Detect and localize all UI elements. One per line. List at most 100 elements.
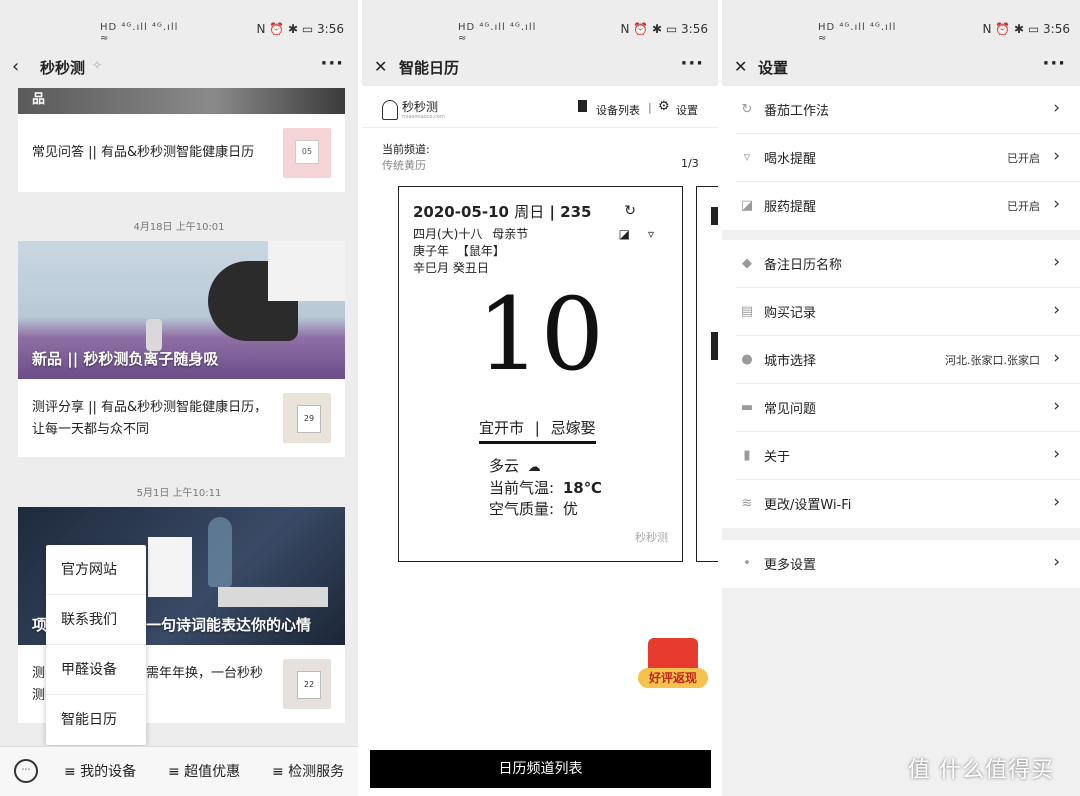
setting-label: 城市选择	[764, 354, 817, 369]
pill-icon: ◪	[618, 227, 630, 241]
settings-group-more: • 更多设置 ›	[722, 540, 1080, 588]
close-icon[interactable]: ✕	[734, 57, 747, 76]
chevron-right-icon: ›	[1053, 146, 1060, 166]
air-quality-line: 空气质量: 优	[489, 498, 578, 519]
nav-bar: ✕ 设置 ···	[722, 48, 1080, 86]
status-bar: HD ⁴ᴳ.ıll ⁴ᴳ.ıll ≈ N ⏰ ✱ ▭ 3:56	[362, 0, 718, 48]
tab-deals[interactable]: ≡ 超值优惠	[168, 761, 240, 781]
lunar-date: 四月(大)十八	[413, 227, 483, 241]
next-calendar-preview[interactable]	[696, 186, 718, 562]
nav-bar: ✕ 智能日历 ···	[362, 48, 718, 86]
chevron-right-icon: ›	[1053, 300, 1060, 320]
verified-icon: ✧	[92, 58, 103, 72]
article-card[interactable]: 品 常见问答 || 有品&秒秒测智能健康日历 05	[18, 88, 345, 192]
current-channel-label: 当前频道:	[382, 143, 430, 156]
settings-link[interactable]: 设置	[676, 102, 698, 118]
calendar-watermark: 秒秒测	[635, 531, 668, 544]
menu-item-formaldehyde-device[interactable]: 甲醛设备	[46, 645, 146, 695]
setting-row-medicine-reminder[interactable]: ◪ 服药提醒 已开启 ›	[736, 182, 1080, 230]
setting-row-calendar-name[interactable]: ◆ 备注日历名称 ›	[736, 240, 1080, 288]
close-icon[interactable]: ✕	[374, 57, 387, 76]
popup-menu: 官方网站 联系我们 甲醛设备 智能日历	[46, 545, 146, 745]
chevron-right-icon: ›	[1053, 492, 1060, 512]
setting-row-wifi[interactable]: ≋ 更改/设置Wi-Fi ›	[736, 480, 1080, 528]
more-options-icon[interactable]: ···	[320, 53, 344, 74]
setting-label: 购买记录	[764, 306, 817, 321]
menu-item-contact-us[interactable]: 联系我们	[46, 595, 146, 645]
article-thumbnail: 29	[283, 393, 331, 443]
back-arrow-icon[interactable]: ‹	[12, 56, 19, 77]
setting-row-water-reminder[interactable]: ▿ 喝水提醒 已开启 ›	[736, 134, 1080, 182]
tab-my-devices[interactable]: ≡ 我的设备	[64, 761, 136, 781]
book-icon: ▮	[743, 448, 751, 463]
festival: 母亲节	[492, 227, 529, 241]
signal-indicators: HD ⁴ᴳ.ıll ⁴ᴳ.ıll ≈	[458, 22, 537, 44]
site-watermark: 值 什么值得买	[908, 758, 1054, 783]
year: 庚子年	[413, 244, 450, 258]
article-title-b: 需年年换，一台秒秒	[146, 666, 264, 681]
lunar-line: 四月(大)十八 母亲节	[413, 225, 528, 242]
article-title-line2: 让每一天都与众不同	[32, 422, 150, 437]
menu-item-smart-calendar[interactable]: 智能日历	[46, 695, 146, 745]
article-cover-image: 品	[18, 88, 345, 114]
timer-icon: ↻	[624, 203, 636, 219]
keyboard-toggle-icon[interactable]: ⋯	[14, 759, 38, 783]
date-line: 2020-05-10 周日 | 235	[413, 201, 591, 222]
article-title-c: 测	[32, 688, 46, 703]
cover-caption: 新品 || 秒秒测负离子随身吸	[32, 350, 219, 368]
promo-redpacket[interactable]: 好评返现	[638, 638, 708, 692]
chevron-right-icon: ›	[1053, 98, 1060, 118]
date: 2020-05-10	[413, 203, 509, 221]
setting-label: 备注日历名称	[764, 258, 843, 273]
menu-item-official-site[interactable]: 官方网站	[46, 545, 146, 595]
settings-group-reminders: ↻ 番茄工作法 › ▿ 喝水提醒 已开启 › ◪ 服药提醒 已开启 ›	[722, 86, 1080, 230]
brand-name: 秒秒测	[402, 100, 439, 114]
setting-row-purchase-history[interactable]: ▤ 购买记录 ›	[736, 288, 1080, 336]
setting-row-city[interactable]: ● 城市选择 河北.张家口.张家口 ›	[736, 336, 1080, 384]
setting-value: 河北.张家口.张家口	[945, 354, 1040, 367]
calendar-channel-list-button[interactable]: 日历频道列表	[370, 750, 711, 788]
receipt-icon: ▤	[740, 304, 754, 319]
gear-icon[interactable]: ⚙	[658, 99, 670, 114]
setting-row-about[interactable]: ▮ 关于 ›	[736, 432, 1080, 480]
setting-row-more-settings[interactable]: • 更多设置 ›	[736, 540, 1080, 588]
calendar-device	[148, 537, 192, 597]
article-title-a: 测	[32, 666, 46, 681]
settings-panel: HD ⁴ᴳ.ıll ⁴ᴳ.ıll ≈ N ⏰ ✱ ▭ 3:56 ✕ 设置 ···…	[722, 0, 1080, 796]
more-options-icon[interactable]: ···	[1042, 53, 1066, 74]
tag-icon: ◆	[742, 256, 752, 271]
more-options-icon[interactable]: ···	[680, 53, 704, 74]
cup-icon: ▿	[647, 227, 654, 241]
status-bar: HD ⁴ᴳ.ıll ⁴ᴳ.ıll ≈ N ⏰ ✱ ▭ 3:56	[0, 0, 358, 48]
cover-caption: 项	[32, 616, 48, 634]
auspicious-separator: |	[534, 419, 540, 437]
article-thumbnail: 22	[283, 659, 331, 709]
temp-label: 当前气温:	[489, 479, 555, 497]
cover-caption: 品	[32, 92, 46, 107]
more-icon: •	[743, 556, 751, 571]
system-icons: N ⏰ ✱ ▭	[256, 22, 314, 36]
owl-logo-icon	[382, 100, 398, 120]
setting-label: 服药提醒	[764, 200, 817, 215]
setting-row-faq[interactable]: ▬ 常见问题 ›	[736, 384, 1080, 432]
setting-label: 关于	[764, 450, 791, 465]
chevron-right-icon: ›	[1053, 252, 1060, 272]
tab-testing-service[interactable]: ≡ 检测服务	[272, 761, 344, 781]
brand-url: miaomiaoce.com	[402, 114, 445, 120]
cover-caption-tail: 一句诗词能表达你的心情	[146, 616, 312, 634]
article-card[interactable]: 新品 || 秒秒测负离子随身吸 测评分享 || 有品&秒秒测智能健康日历， 让每…	[18, 241, 345, 457]
big-day-number: 10	[476, 276, 605, 393]
system-icons: N ⏰ ✱ ▭	[982, 22, 1040, 36]
calendar-preview-card[interactable]: 2020-05-10 周日 | 235 ↻ ◪ ▿ 四月(大)十八 母亲节 庚子…	[398, 186, 683, 562]
current-channel-value: 传统黄历	[382, 159, 426, 172]
article-thumbnail: 05	[283, 128, 331, 178]
yoga-shirt	[268, 241, 345, 301]
device-list-link[interactable]: 设备列表	[596, 102, 640, 118]
temperature-line: 当前气温: 18℃	[489, 477, 602, 498]
settings-group-general: ◆ 备注日历名称 › ▤ 购买记录 › ● 城市选择 河北.张家口.张家口 › …	[722, 240, 1080, 528]
device-list-icon	[578, 100, 587, 112]
header-divider: |	[648, 101, 652, 114]
page-title: 设置	[758, 59, 789, 77]
temp-value: 18℃	[562, 479, 602, 497]
setting-row-pomodoro[interactable]: ↻ 番茄工作法 ›	[736, 86, 1080, 134]
